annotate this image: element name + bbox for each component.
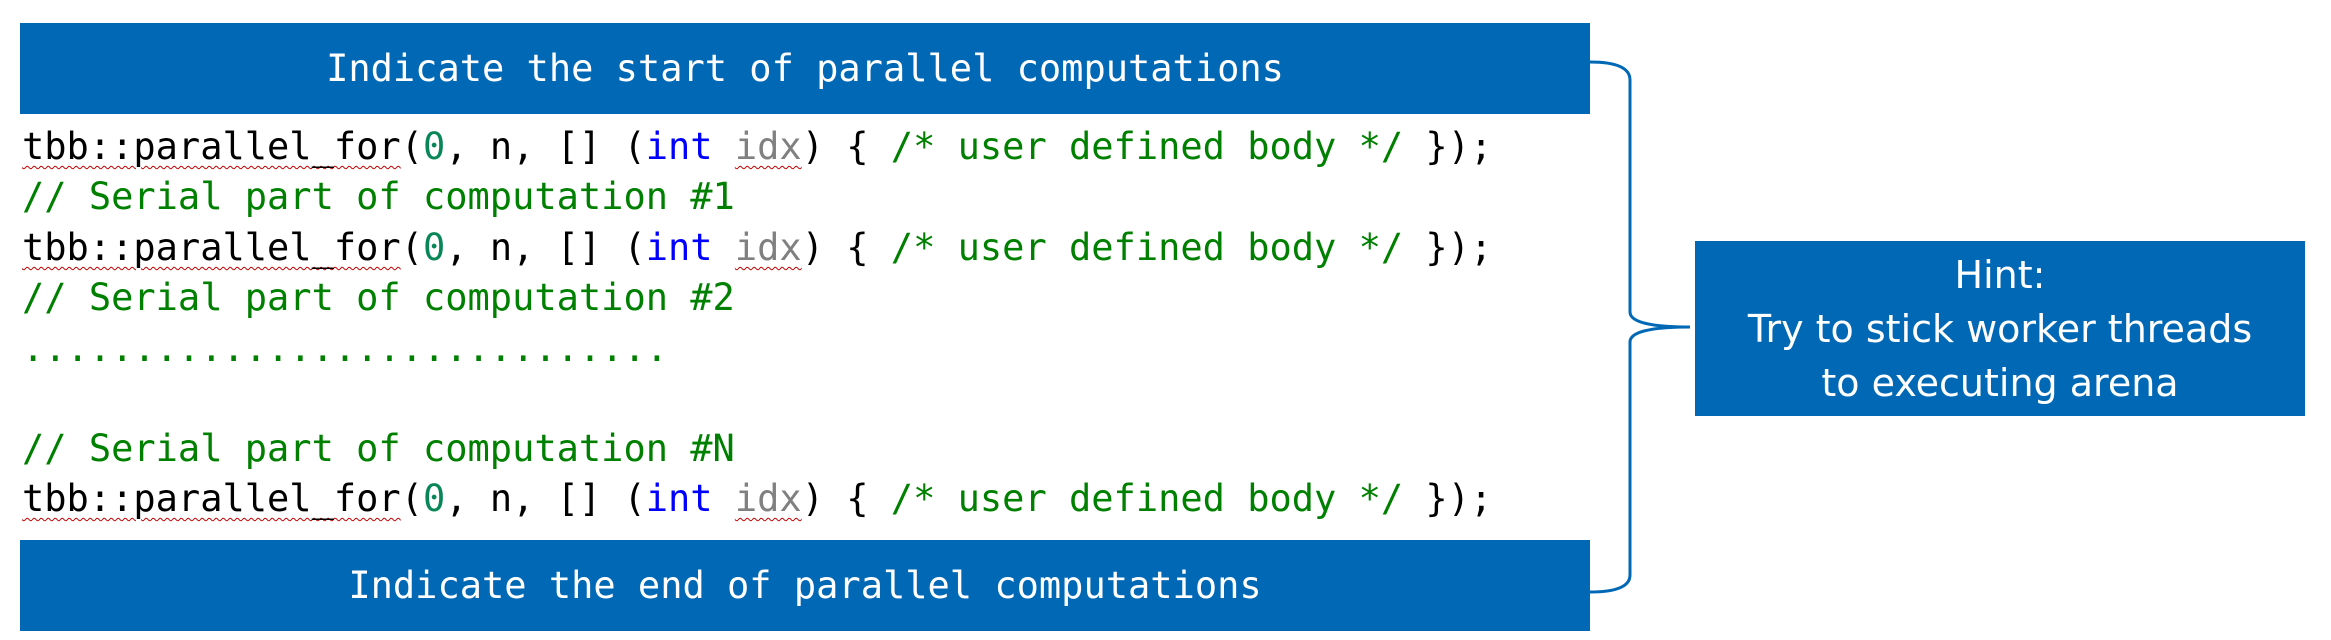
hint-box: Hint: Try to stick worker threads to exe… — [1695, 241, 2305, 416]
code-line-parallel-for-2: tbb::parallel_for(0, n, [] (int idx) { /… — [22, 225, 1492, 271]
code-open-paren: ( — [400, 477, 423, 520]
code-param: idx — [734, 477, 802, 520]
code-body-comment: /* user defined body */ — [890, 477, 1404, 520]
diagram-canvas: Indicate the start of parallel computati… — [0, 0, 2331, 640]
code-line-parallel-for-3: tbb::parallel_for(0, n, [] (int idx) { /… — [22, 476, 1492, 522]
code-param: idx — [734, 125, 802, 168]
code-line-serial-n: // Serial part of computation #N — [22, 427, 735, 470]
code-args: , n, [] ( — [445, 477, 646, 520]
code-tail: }); — [1403, 226, 1493, 269]
code-line-serial-2: // Serial part of computation #2 — [22, 276, 735, 319]
code-body-comment: /* user defined body */ — [890, 125, 1404, 168]
code-keyword: int — [645, 226, 713, 269]
code-brace: ) { — [801, 477, 891, 520]
code-brace: ) { — [801, 125, 891, 168]
hint-title: Hint: — [1954, 252, 2046, 297]
end-banner: Indicate the end of parallel computation… — [20, 540, 1590, 631]
code-open-paren: ( — [400, 125, 423, 168]
code-line-parallel-for-1: tbb::parallel_for(0, n, [] (int idx) { /… — [22, 124, 1492, 170]
start-banner-text: Indicate the start of parallel computati… — [326, 47, 1284, 90]
code-body-comment: /* user defined body */ — [890, 226, 1404, 269]
code-args: , n, [] ( — [445, 226, 646, 269]
start-banner: Indicate the start of parallel computati… — [20, 23, 1590, 114]
code-func: tbb::parallel_for — [22, 477, 401, 520]
hint-line-2: to executing arena — [1821, 360, 2179, 405]
code-param: idx — [734, 226, 802, 269]
code-brace: ) { — [801, 226, 891, 269]
hint-line-1: Try to stick worker threads — [1747, 306, 2253, 351]
code-args: , n, [] ( — [445, 125, 646, 168]
code-func: tbb::parallel_for — [22, 125, 401, 168]
code-tail: }); — [1403, 477, 1493, 520]
end-banner-text: Indicate the end of parallel computation… — [348, 564, 1262, 607]
code-number: 0 — [422, 125, 446, 168]
code-line-serial-1: // Serial part of computation #1 — [22, 175, 735, 218]
code-func: tbb::parallel_for — [22, 226, 401, 269]
code-keyword: int — [645, 125, 713, 168]
brace-path — [1589, 60, 1691, 594]
code-tail: }); — [1403, 125, 1493, 168]
code-line-ellipsis: ............................. — [22, 327, 669, 370]
code-keyword: int — [645, 477, 713, 520]
code-number: 0 — [422, 477, 446, 520]
code-number: 0 — [422, 226, 446, 269]
code-open-paren: ( — [400, 226, 423, 269]
